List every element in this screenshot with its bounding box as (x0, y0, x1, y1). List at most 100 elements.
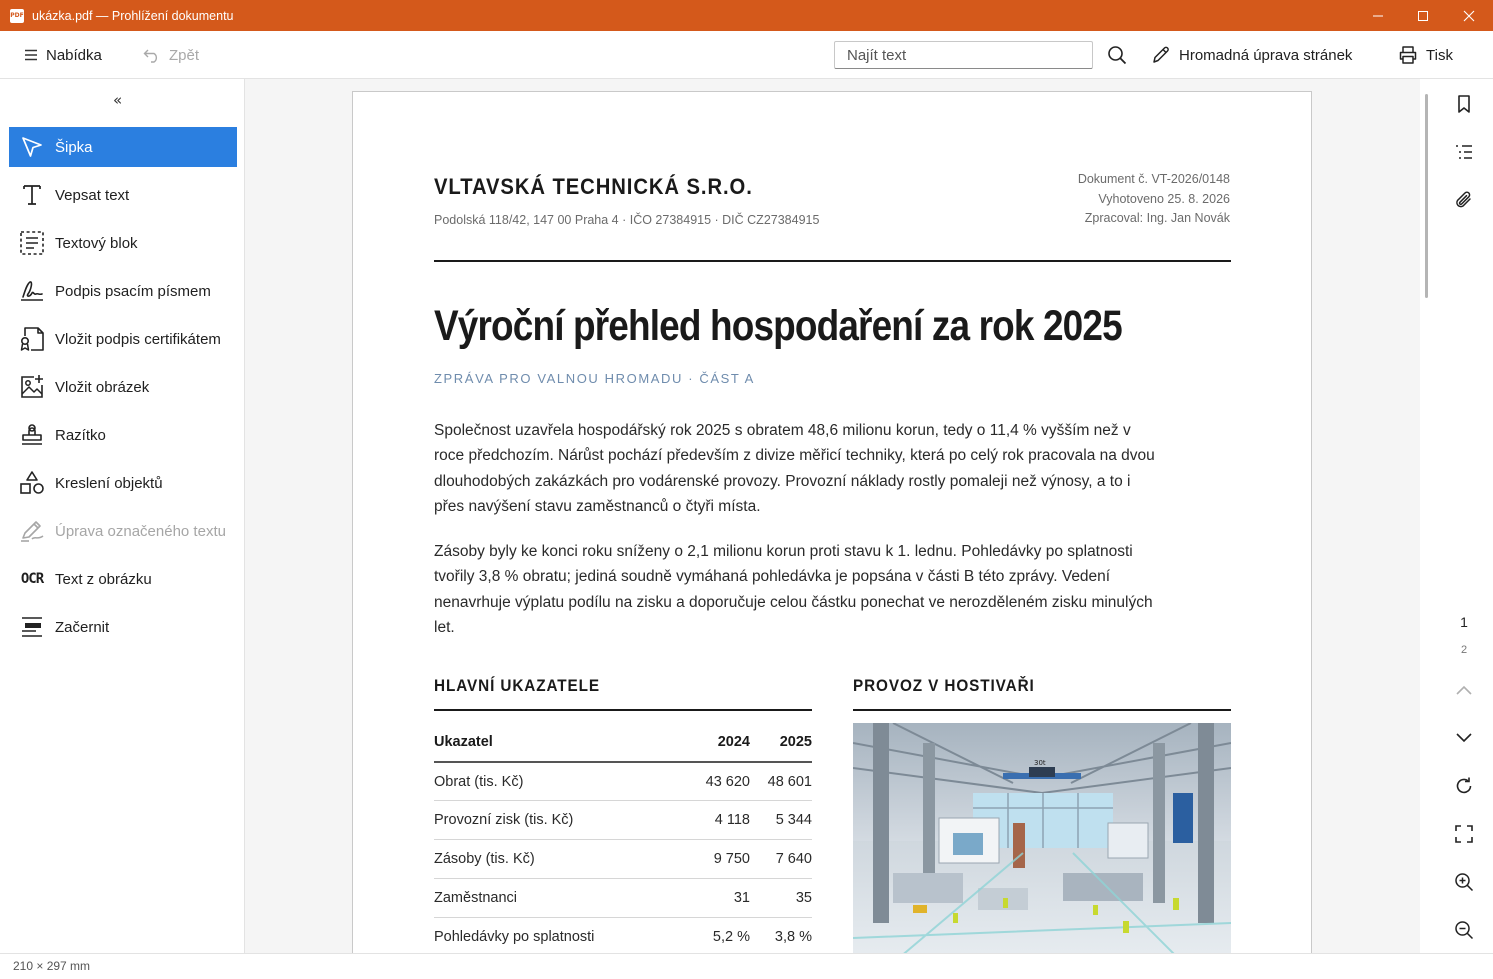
table-row: Zaměstnanci 31 35 (434, 878, 812, 918)
column-header: Ukazatel (434, 722, 690, 763)
fullscreen-button[interactable] (1451, 821, 1477, 847)
tool-handwritten-signature[interactable]: Podpis psacím písmem (9, 271, 237, 311)
arrow-pointer-icon (19, 134, 45, 160)
menu-label: Nabídka (46, 46, 102, 64)
table-header-row: Ukazatel 2024 2025 (434, 722, 812, 763)
tool-draw-shapes[interactable]: Kreslení objektů (9, 463, 237, 503)
tool-arrow[interactable]: Šipka (9, 127, 237, 167)
print-button[interactable]: Tisk (1398, 31, 1453, 79)
pencil-icon (1153, 46, 1169, 63)
chevron-down-icon (1456, 733, 1472, 743)
table-cell: 9 750 (690, 839, 750, 879)
tool-label: Začernit (55, 618, 110, 636)
right-sidebar: 1 2 (1420, 79, 1493, 953)
tool-ocr[interactable]: OCR Text z obrázku (9, 559, 237, 599)
tool-insert-image[interactable]: Vložit obrázek (9, 367, 237, 407)
status-bar: 210 × 297 mm (0, 953, 1493, 979)
table-cell: 31 (690, 878, 750, 918)
tool-stamp[interactable]: Razítko (9, 415, 237, 455)
header-divider (434, 260, 1231, 262)
next-page-button[interactable] (1451, 725, 1477, 751)
batch-edit-pages-button[interactable]: Hromadná úprava stránek (1151, 31, 1352, 79)
zoom-in-button[interactable] (1451, 869, 1477, 895)
minimize-icon (1373, 15, 1383, 16)
company-name: VLTAVSKÁ TECHNICKÁ S.R.O. (434, 174, 753, 199)
title-bar: PDF ukázka.pdf — Prohlížení dokumentu (0, 0, 1493, 31)
indicators-title: HLAVNÍ UKAZATELE (434, 676, 600, 695)
close-icon (1463, 10, 1475, 21)
table-cell: Obrat (tis. Kč) (434, 762, 690, 802)
outline-button[interactable] (1451, 139, 1477, 165)
attachments-button[interactable] (1451, 187, 1477, 213)
page-1-link[interactable]: 1 (1452, 614, 1476, 630)
printer-icon (1399, 46, 1417, 64)
table-cell: 5,2 % (690, 917, 750, 953)
rotate-icon (1456, 777, 1472, 794)
find-text-input[interactable] (834, 41, 1093, 69)
document-title: Výroční přehled hospodaření za rok 2025 (434, 302, 1123, 350)
maximize-icon (1418, 10, 1428, 21)
photo-section-title: PROVOZ V HOSTIVAŘI (853, 676, 1035, 695)
pdf-app-icon: PDF (10, 8, 24, 23)
indicators-divider (434, 709, 812, 711)
tool-label: Šipka (55, 138, 93, 156)
paragraph-1: Společnost uzavřela hospodářský rok 2025… (434, 422, 1155, 515)
table-cell: 43 620 (690, 762, 750, 802)
outline-icon (1456, 145, 1472, 159)
collapse-panel-button[interactable]: « (113, 91, 122, 109)
tool-label: Úprava označeného textu (55, 522, 226, 540)
company-address: Podolská 118/42, 147 00 Praha 4 · IČO 27… (434, 213, 820, 227)
undo-icon (143, 49, 158, 63)
previous-page-button[interactable] (1451, 677, 1477, 703)
tool-label: Kreslení objektů (55, 474, 163, 492)
redact-icon (19, 614, 45, 640)
certificate-signature-icon (19, 326, 45, 352)
search-button[interactable] (1107, 31, 1135, 79)
table-row: Pohledávky po splatnosti 5,2 % 3,8 % (434, 917, 812, 953)
table-row: Zásoby (tis. Kč) 9 750 7 640 (434, 839, 812, 879)
stamp-icon (19, 422, 45, 448)
tool-label: Vložit obrázek (55, 378, 150, 396)
factory-hall-photo: 30t (853, 723, 1231, 953)
shapes-icon (19, 470, 45, 496)
fullscreen-icon (1455, 825, 1473, 843)
tool-edit-selected-text[interactable]: Úprava označeného textu (9, 511, 237, 551)
main-toolbar: Nabídka Zpět Hromadná úprava stránek Tis… (0, 31, 1493, 79)
bookmarks-button[interactable] (1451, 91, 1477, 117)
table-cell: Zásoby (tis. Kč) (434, 839, 690, 879)
tool-label: Razítko (55, 426, 106, 444)
table-cell: Provozní zisk (tis. Kč) (434, 800, 690, 841)
highlight-edit-icon (19, 518, 45, 544)
table-row: Obrat (tis. Kč) 43 620 48 601 (434, 762, 812, 802)
zoom-in-icon (1455, 873, 1474, 892)
paragraph-2: Zásoby byly ke konci roku sníženy o 2,1 … (434, 543, 1153, 636)
text-block-icon (19, 230, 45, 256)
maximize-button[interactable] (1400, 0, 1446, 31)
minimize-button[interactable] (1355, 0, 1401, 31)
zoom-out-button[interactable] (1451, 917, 1477, 943)
rotate-button[interactable] (1451, 773, 1477, 799)
close-window-button[interactable] (1446, 0, 1492, 31)
tools-panel: « Šipka Vepsat text Textový blok Podpis … (0, 79, 245, 953)
page-2-link[interactable]: 2 (1452, 644, 1476, 656)
vertical-scrollbar[interactable] (1425, 94, 1428, 298)
tool-certificate-signature[interactable]: Vložit podpis certifikátem (9, 319, 237, 359)
menu-button[interactable]: Nabídka (24, 31, 102, 79)
document-viewport[interactable]: VLTAVSKÁ TECHNICKÁ S.R.O. Podolská 118/4… (245, 79, 1420, 953)
table-row: Provozní zisk (tis. Kč) 4 118 5 344 (434, 800, 812, 841)
tool-redact[interactable]: Začernit (9, 607, 237, 647)
tool-type-text[interactable]: Vepsat text (9, 175, 237, 215)
table-cell: 7 640 (750, 839, 812, 879)
back-button[interactable]: Zpět (143, 31, 199, 79)
tool-label: Text z obrázku (55, 570, 152, 588)
document-number: Dokument č. VT-2026/0148 (1077, 172, 1230, 186)
tool-label: Podpis psacím písmem (55, 282, 211, 300)
tool-text-block[interactable]: Textový blok (9, 223, 237, 263)
tool-label: Vložit podpis certifikátem (55, 330, 221, 348)
pdf-page[interactable]: VLTAVSKÁ TECHNICKÁ S.R.O. Podolská 118/4… (352, 91, 1312, 953)
ocr-icon: OCR (20, 571, 44, 587)
table-cell: Zaměstnanci (434, 878, 690, 918)
table-cell: 48 601 (750, 762, 812, 802)
photo-section-divider (853, 709, 1231, 711)
signature-icon (19, 278, 45, 304)
